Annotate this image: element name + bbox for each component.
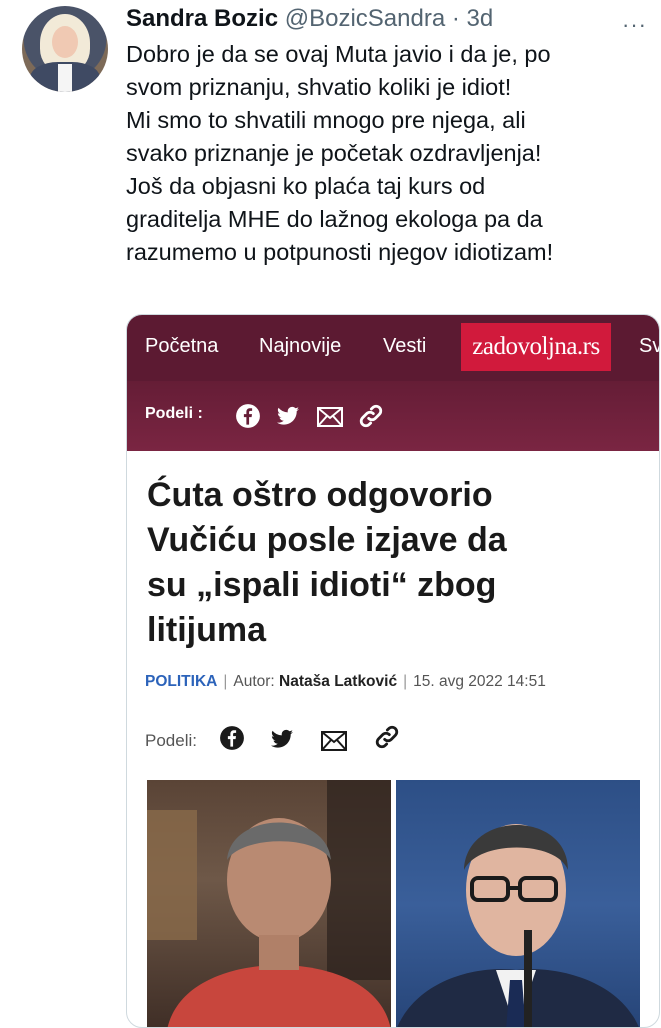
site-nav: Početna Najnovije Vesti zadovoljna.rs Sv: [127, 315, 659, 381]
tweet-line: svako priznanje je početak ozdravljenja!: [126, 140, 542, 166]
tweet-line: razumemo u potpunosti njegov idiotizam!: [126, 239, 554, 265]
twitter-icon[interactable]: [275, 404, 301, 428]
share-label: Podeli :: [145, 405, 203, 422]
nav-item-vesti[interactable]: Vesti: [383, 335, 426, 358]
facebook-icon[interactable]: [235, 403, 261, 429]
headline-line: Vučiću posle izjave da: [147, 521, 507, 559]
share-row: Podeli:: [145, 731, 197, 751]
headline-line: su „ispali idioti“ zbog: [147, 566, 497, 604]
author-label: Autor:: [233, 673, 275, 690]
headline-line: litijuma: [147, 611, 267, 649]
category-link[interactable]: POLITIKA: [145, 673, 217, 690]
nav-item-najnovije[interactable]: Najnovije: [259, 335, 341, 358]
link-icon[interactable]: [357, 402, 385, 430]
dot-separator: ·: [451, 5, 460, 32]
site-logo[interactable]: zadovoljna.rs: [461, 323, 611, 371]
author-name[interactable]: Nataša Latković: [279, 673, 397, 690]
tweet-line: Dobro je da se ovaj Muta javio i da je, …: [126, 41, 551, 67]
timestamp[interactable]: 3d: [467, 5, 494, 32]
nav-item-pocetna[interactable]: Početna: [145, 335, 218, 358]
share-bar: Podeli :: [127, 381, 659, 451]
handle[interactable]: @BozicSandra: [285, 5, 445, 32]
tweet-header: Sandra Bozic @BozicSandra · 3d: [126, 4, 493, 34]
email-icon[interactable]: [317, 407, 343, 427]
tweet-line: svom priznanju, shvatio koliki je idiot!: [126, 74, 512, 100]
publish-date: 15. avg 2022 14:51: [413, 673, 546, 690]
display-name[interactable]: Sandra Bozic: [126, 5, 278, 32]
article-photo[interactable]: [147, 780, 640, 1027]
nav-item-overflow[interactable]: Sv: [639, 335, 659, 358]
link-icon[interactable]: [373, 723, 401, 751]
tweet-text: Dobro je da se ovaj Muta javio i da je, …: [126, 38, 658, 269]
article-headline[interactable]: Ćuta oštro odgovorio Vučiću posle izjave…: [147, 473, 647, 653]
attached-article-screenshot[interactable]: Početna Najnovije Vesti zadovoljna.rs Sv…: [126, 314, 660, 1028]
twitter-icon[interactable]: [269, 727, 295, 751]
tweet-line: graditelja MHE do lažnog ekologa pa da: [126, 206, 543, 232]
facebook-icon[interactable]: [219, 725, 245, 751]
avatar[interactable]: [22, 6, 108, 92]
article-meta: POLITIKA | Autor: Nataša Latković | 15. avg …: [145, 673, 546, 690]
photo-right-man: [396, 780, 640, 1027]
share-label-2: Podeli:: [145, 731, 197, 750]
tweet-line: Mi smo to shvatili mnogo pre njega, ali: [126, 107, 526, 133]
headline-line: Ćuta oštro odgovorio: [147, 476, 493, 514]
tweet-line: Još da objasni ko plaća taj kurs od: [126, 173, 486, 199]
email-icon[interactable]: [321, 731, 347, 751]
photo-left-man: [147, 780, 391, 1027]
more-options-icon[interactable]: ···: [622, 12, 647, 38]
